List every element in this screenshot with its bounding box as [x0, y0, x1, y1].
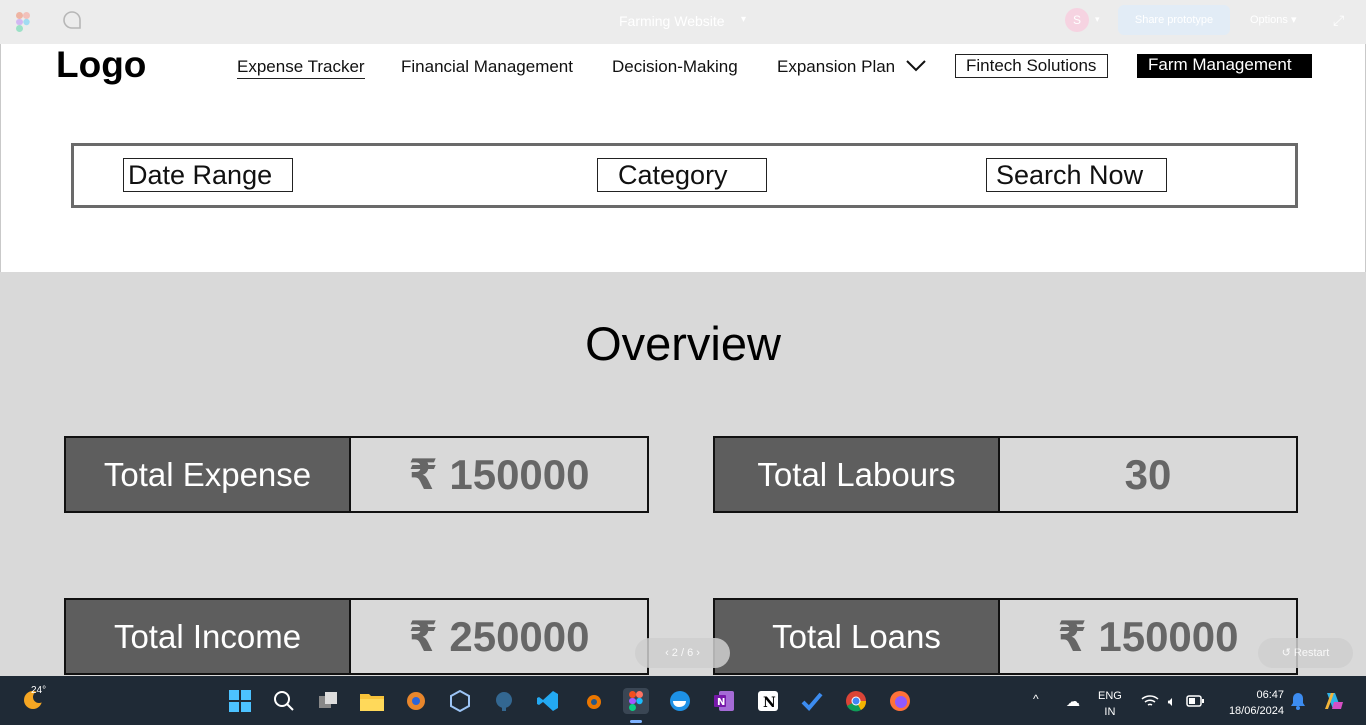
chevron-up-icon[interactable]: ^	[1033, 692, 1039, 706]
figma-icon[interactable]	[623, 688, 649, 714]
page-navigator[interactable]: ‹ 2 / 6 ›	[635, 638, 730, 668]
time: 06:47	[1256, 689, 1284, 701]
chevron-right-icon[interactable]: ›	[696, 647, 700, 659]
stat-label: Total Labours	[715, 438, 1000, 511]
options-button[interactable]: Options ▾	[1250, 13, 1297, 26]
notion-icon[interactable]: N	[755, 688, 781, 714]
total-income-card: Total Income ₹ 250000	[64, 598, 649, 675]
restart-label: Restart	[1293, 647, 1330, 659]
total-expense-card: Total Expense ₹ 150000	[64, 436, 649, 513]
nav-farm-management[interactable]: Farm Management	[1137, 54, 1312, 78]
overview-section: Overview Total Expense ₹ 150000 Total La…	[0, 272, 1366, 676]
firefox-icon[interactable]	[887, 688, 913, 714]
todo-icon[interactable]	[799, 688, 825, 714]
search-now-button[interactable]: Search Now	[986, 158, 1167, 192]
search-icon[interactable]	[271, 688, 297, 714]
comment-icon[interactable]	[62, 10, 82, 30]
overview-title: Overview	[585, 317, 781, 370]
figma-logo-icon[interactable]	[16, 12, 30, 32]
svg-text:N: N	[717, 697, 725, 708]
stat-label: Total Expense	[66, 438, 351, 511]
page-indicator: 2 / 6	[671, 647, 694, 659]
svg-text:N: N	[763, 695, 776, 711]
docker-icon[interactable]	[667, 688, 693, 714]
nav-fintech-solutions[interactable]: Fintech Solutions	[955, 54, 1108, 78]
virtualbox-icon[interactable]	[447, 688, 473, 714]
expand-icon[interactable]: ⤢	[1333, 12, 1344, 29]
total-labours-card: Total Labours 30	[713, 436, 1298, 513]
lang-code: ENG	[1098, 690, 1122, 702]
postgresql-icon[interactable]	[491, 688, 517, 714]
notification-bell-icon[interactable]	[1285, 688, 1311, 714]
chevron-down-icon[interactable]	[906, 56, 926, 76]
stat-value: ₹ 250000	[351, 600, 647, 673]
chevron-left-icon[interactable]: ‹	[665, 647, 669, 659]
options-label: Options	[1250, 14, 1288, 26]
filter-bar: Date Range Category Search Now	[71, 143, 1298, 208]
windows-start-icon[interactable]	[227, 688, 253, 714]
lang-region: IN	[1104, 706, 1116, 718]
share-prototype-button[interactable]: Share prototype	[1118, 5, 1230, 35]
figma-toolbar: Farming Website ▾ S ▾ Share prototype Op…	[0, 0, 1366, 44]
active-app-indicator	[630, 720, 642, 723]
chrome-icon[interactable]	[843, 688, 869, 714]
nav-financial-management[interactable]: Financial Management	[401, 57, 573, 77]
vscode-icon[interactable]	[535, 688, 561, 714]
stat-label: Total Income	[66, 600, 351, 673]
logo[interactable]: Logo	[56, 44, 146, 86]
date: 18/06/2024	[1228, 705, 1284, 717]
file-title[interactable]: Farming Website	[619, 13, 725, 29]
total-loans-card: Total Loans ₹ 150000	[713, 598, 1298, 675]
onedrive-icon[interactable]: ☁	[1060, 688, 1086, 714]
chevron-down-icon[interactable]: ▾	[1095, 14, 1100, 25]
nav-expansion-plan[interactable]: Expansion Plan	[777, 57, 895, 77]
nav-decision-making[interactable]: Decision-Making	[612, 57, 738, 77]
site-header: Logo Expense Tracker Financial Managemen…	[0, 44, 1366, 272]
nav-expense-tracker[interactable]: Expense Tracker	[237, 57, 365, 79]
onenote-icon[interactable]: N	[711, 688, 737, 714]
language-indicator[interactable]: ENG IN	[1098, 688, 1122, 720]
date-range-button[interactable]: Date Range	[123, 158, 293, 192]
stat-value: 30	[1000, 438, 1296, 511]
app-icon[interactable]	[403, 688, 429, 714]
stat-value: ₹ 150000	[1000, 600, 1296, 673]
blender-icon[interactable]	[579, 688, 605, 714]
clock[interactable]: 06:47 18/06/2024	[1220, 687, 1284, 719]
weather-temperature: 24°	[31, 685, 47, 696]
avatar[interactable]: S	[1065, 8, 1089, 32]
file-explorer-icon[interactable]	[359, 688, 385, 714]
stat-value: ₹ 150000	[351, 438, 647, 511]
category-button[interactable]: Category	[597, 158, 767, 192]
stat-label: Total Loans	[715, 600, 1000, 673]
restart-icon: ↺	[1281, 647, 1291, 659]
chevron-down-icon[interactable]: ▾	[741, 14, 746, 25]
copilot-icon[interactable]	[1321, 688, 1347, 714]
restart-button[interactable]: ↺ Restart	[1258, 638, 1353, 668]
windows-taskbar: 24° N N ^ ☁ ENG IN 🔈︎ 06:47 18/06/2024	[0, 676, 1366, 725]
task-view-icon[interactable]	[315, 688, 341, 714]
battery-icon[interactable]	[1182, 688, 1208, 714]
